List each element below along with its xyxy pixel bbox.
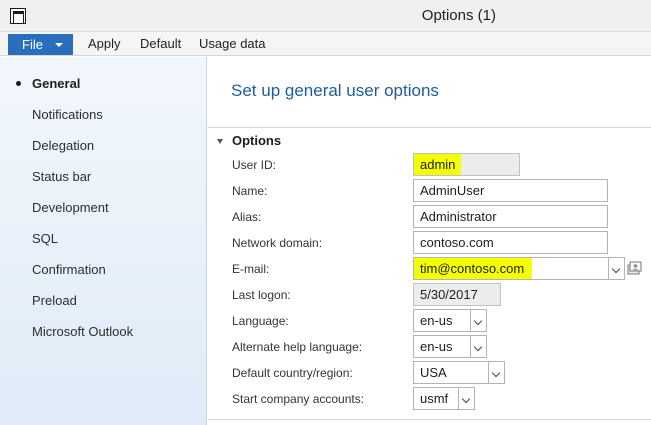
email-value: tim@contoso.com bbox=[414, 258, 533, 279]
alt-help-language-select[interactable]: en-us bbox=[413, 335, 487, 358]
language-select[interactable]: en-us bbox=[413, 309, 487, 332]
language-value: en-us bbox=[420, 313, 453, 328]
action-bar: File Apply Default Usage data bbox=[0, 32, 651, 56]
default-button[interactable]: Default bbox=[140, 32, 181, 56]
last-logon-label: Last logon: bbox=[232, 288, 291, 302]
usage-data-button[interactable]: Usage data bbox=[199, 32, 266, 56]
chevron-down-icon[interactable] bbox=[470, 310, 486, 331]
start-company-label: Start company accounts: bbox=[232, 392, 365, 406]
nav-item-confirmation[interactable]: Confirmation bbox=[32, 260, 106, 280]
apply-button[interactable]: Apply bbox=[88, 32, 121, 56]
nav-item-general[interactable]: General bbox=[32, 74, 80, 94]
network-domain-field[interactable]: contoso.com bbox=[413, 231, 608, 254]
file-menu-button[interactable]: File bbox=[8, 34, 73, 55]
main-panel: Set up general user options Options User… bbox=[208, 57, 651, 425]
bottom-divider bbox=[208, 419, 651, 420]
nav-item-development[interactable]: Development bbox=[32, 198, 109, 218]
file-menu-label: File bbox=[22, 37, 43, 52]
user-id-field: admin bbox=[413, 153, 520, 176]
name-field[interactable]: AdminUser bbox=[413, 179, 608, 202]
nav-item-notifications[interactable]: Notifications bbox=[32, 105, 103, 125]
chevron-down-icon[interactable] bbox=[458, 388, 474, 409]
user-id-value: admin bbox=[414, 154, 462, 175]
country-region-select[interactable]: USA bbox=[413, 361, 505, 384]
last-logon-field: 5/30/2017 bbox=[413, 283, 501, 306]
nav-item-delegation[interactable]: Delegation bbox=[32, 136, 94, 156]
user-id-label: User ID: bbox=[232, 158, 277, 172]
chevron-down-icon bbox=[55, 43, 63, 47]
alias-label: Alias: bbox=[232, 210, 262, 224]
start-company-value: usmf bbox=[420, 391, 449, 406]
name-label: Name: bbox=[232, 184, 268, 198]
section-header-options[interactable]: Options bbox=[232, 133, 281, 148]
nav-item-preload[interactable]: Preload bbox=[32, 291, 77, 311]
page-title: Set up general user options bbox=[231, 81, 439, 100]
language-label: Language: bbox=[232, 314, 289, 328]
start-company-select[interactable]: usmf bbox=[413, 387, 475, 410]
chevron-down-icon[interactable] bbox=[488, 362, 504, 383]
address-book-lookup-icon[interactable] bbox=[627, 260, 643, 276]
nav-item-microsoft-outlook[interactable]: Microsoft Outlook bbox=[32, 322, 133, 342]
alt-help-language-label: Alternate help language: bbox=[232, 340, 363, 354]
window-title: Options (1) bbox=[421, 7, 496, 24]
chevron-down-icon[interactable] bbox=[608, 258, 624, 279]
alt-help-language-value: en-us bbox=[420, 339, 453, 354]
alias-field[interactable]: Administrator bbox=[413, 205, 608, 228]
chevron-down-icon[interactable] bbox=[470, 336, 486, 357]
collapse-arrow-icon[interactable] bbox=[217, 139, 223, 144]
title-bar: Options (1) bbox=[0, 0, 651, 32]
email-label: E-mail: bbox=[232, 262, 270, 276]
active-bullet-icon bbox=[16, 81, 21, 86]
email-field[interactable]: tim@contoso.com bbox=[413, 257, 625, 280]
nav-item-sql[interactable]: SQL bbox=[32, 229, 58, 249]
country-region-label: Default country/region: bbox=[232, 366, 353, 380]
network-domain-label: Network domain: bbox=[232, 236, 323, 250]
section-divider bbox=[208, 127, 651, 128]
country-region-value: USA bbox=[420, 365, 447, 380]
nav-item-status-bar[interactable]: Status bar bbox=[32, 167, 91, 187]
